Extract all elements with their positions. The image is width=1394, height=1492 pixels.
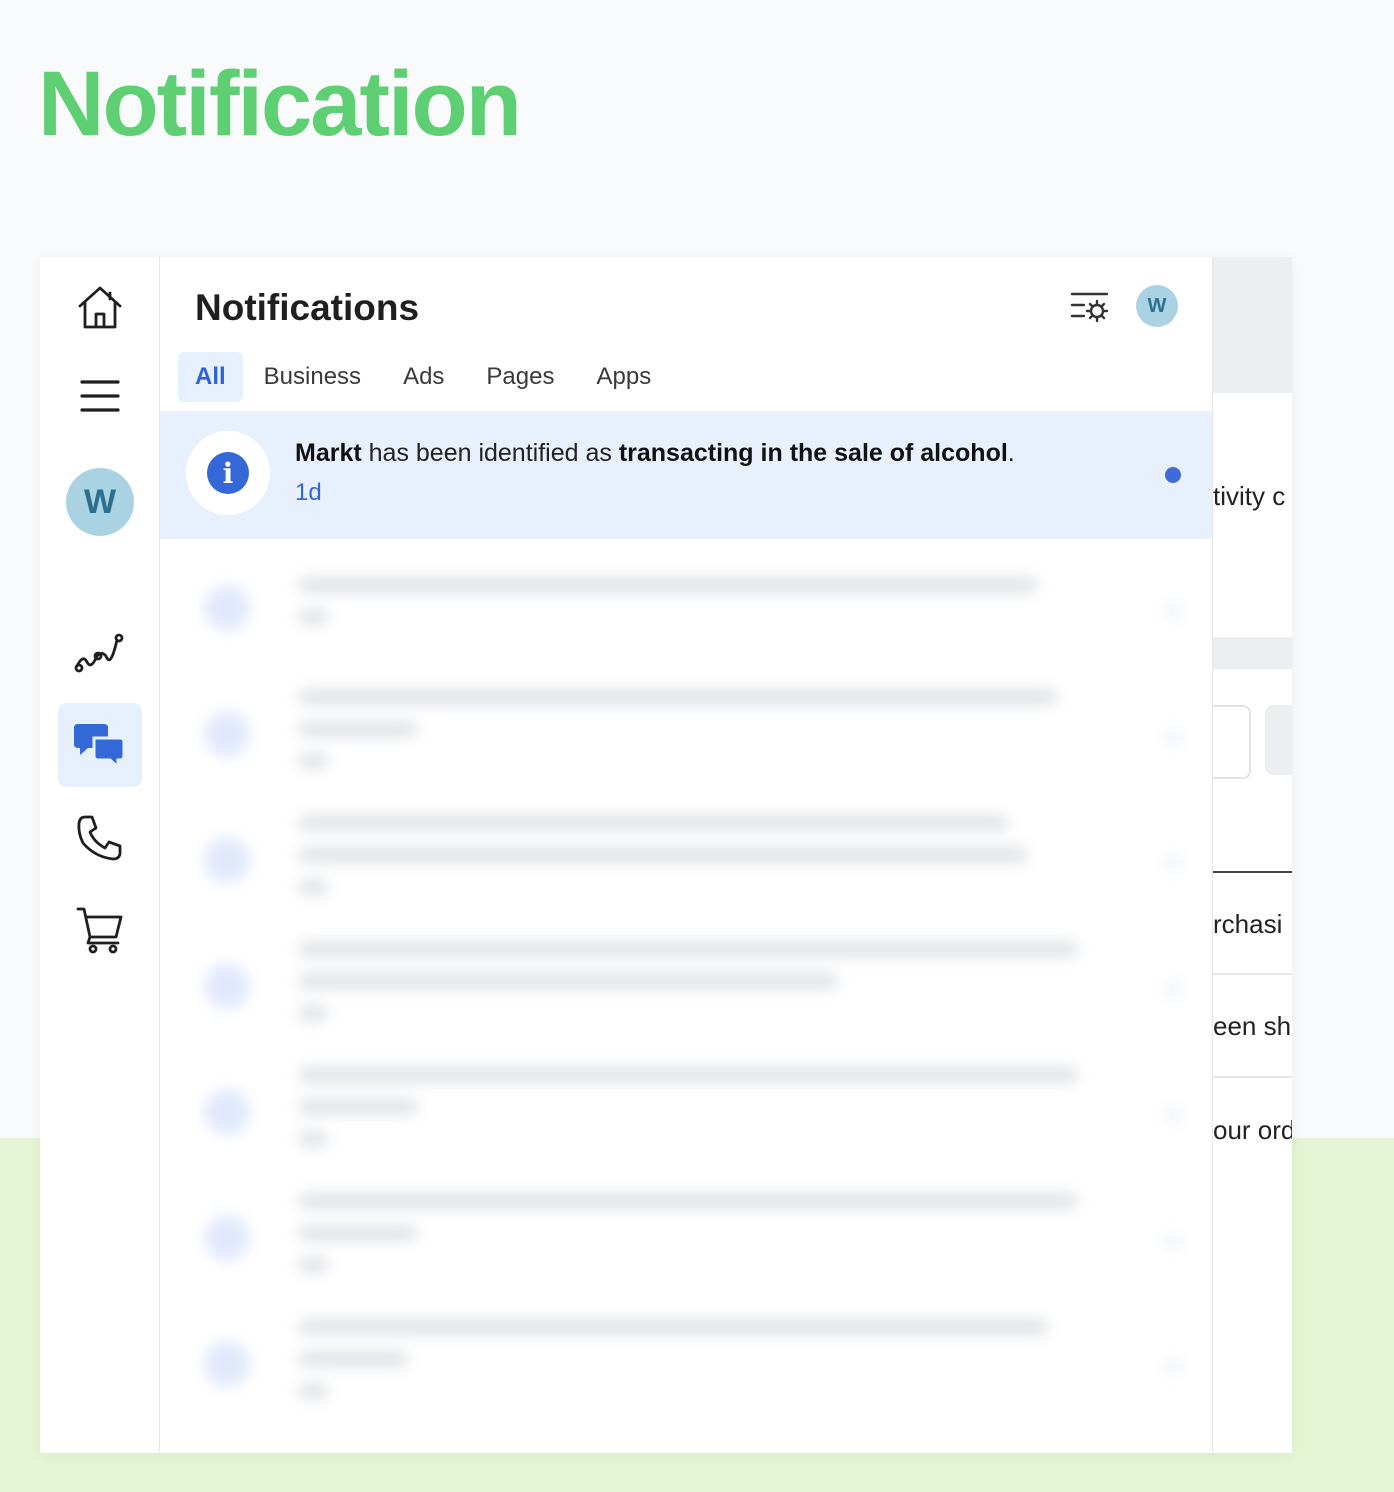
background-card: rchasi een sh our ord: [1213, 669, 1292, 1453]
blurred-dot: [1165, 1107, 1181, 1123]
background-text: our ord: [1213, 1115, 1292, 1145]
blurred-line: [298, 1005, 328, 1021]
blurred-line: [298, 1099, 418, 1115]
blurred-row: [160, 1187, 1212, 1313]
nav-menu[interactable]: [58, 354, 142, 438]
blurred-dot: [1165, 855, 1181, 871]
nav-insights[interactable]: [58, 610, 142, 694]
blurred-line: [298, 1351, 408, 1367]
background-divider: [1213, 973, 1292, 975]
notification-subject: Markt: [295, 439, 362, 467]
blurred-row: [160, 683, 1212, 809]
tab-apps[interactable]: Apps: [575, 352, 672, 402]
home-icon: [78, 286, 122, 329]
blurred-line: [298, 1319, 1048, 1335]
nav-home[interactable]: [58, 265, 142, 349]
info-icon: i: [207, 452, 249, 494]
blurred-line: [298, 973, 838, 989]
nav-commerce[interactable]: [58, 887, 142, 971]
blurred-row: [160, 1313, 1212, 1439]
blurred-line: [298, 941, 1078, 957]
blurred-notification-list: [160, 557, 1212, 1453]
blurred-avatar: [204, 1089, 250, 1135]
background-input: [1213, 705, 1251, 779]
notification-settings-button[interactable]: [1068, 285, 1112, 329]
notification-emphasis: transacting in the sale of alcohol: [618, 439, 1008, 467]
blurred-dot: [1165, 1359, 1181, 1375]
blurred-dot: [1165, 981, 1181, 997]
background-divider: [1213, 1076, 1292, 1078]
blurred-line: [298, 847, 1028, 863]
settings-list-icon: [1070, 292, 1109, 323]
account-avatar[interactable]: W: [66, 468, 134, 536]
app-window: W Notifications W All Business Ads Pages…: [40, 257, 1292, 1453]
background-card: tivity c: [1213, 393, 1292, 637]
header-avatar[interactable]: W: [1136, 285, 1178, 327]
blurred-avatar: [204, 1341, 250, 1387]
nav-calls[interactable]: [58, 796, 142, 880]
background-text: tivity c: [1213, 481, 1286, 511]
background-divider: [1213, 871, 1292, 873]
nav-messages[interactable]: [58, 703, 142, 787]
blurred-row: [160, 935, 1212, 1061]
notification-middle: has been identified as: [361, 439, 619, 467]
background-text: een sh: [1213, 1011, 1292, 1041]
blurred-line: [298, 1193, 1078, 1209]
messages-icon: [74, 724, 126, 770]
hero-title: Notification: [38, 53, 522, 155]
notification-message: Markt has been identified as transacting…: [295, 439, 1015, 468]
background-button: [1265, 705, 1292, 775]
blurred-avatar: [204, 963, 250, 1009]
panel-title: Notifications: [195, 287, 420, 328]
blurred-avatar: [204, 837, 250, 883]
blurred-line: [298, 753, 328, 769]
notifications-panel: Notifications W All Business Ads Pages A…: [160, 257, 1213, 1453]
tab-pages[interactable]: Pages: [465, 352, 575, 402]
phone-icon: [77, 815, 122, 861]
blurred-dot: [1165, 603, 1181, 619]
tab-all[interactable]: All: [178, 352, 243, 402]
sidebar: W: [40, 257, 160, 1453]
notification-tabs: All Business Ads Pages Apps: [178, 352, 672, 402]
blurred-avatar: [204, 585, 250, 631]
blurred-line: [298, 879, 328, 895]
tab-ads[interactable]: Ads: [382, 352, 465, 402]
blurred-dot: [1165, 1233, 1181, 1249]
blurred-line: [298, 1067, 1078, 1083]
notification-time: 1d: [295, 479, 322, 506]
blurred-line: [298, 609, 328, 625]
blurred-row: [160, 1061, 1212, 1187]
cart-icon: [76, 907, 123, 954]
background-text: rchasi: [1213, 909, 1283, 939]
background-window: tivity c rchasi een sh our ord: [1213, 257, 1292, 1453]
unread-indicator: [1165, 467, 1181, 483]
blurred-dot: [1165, 729, 1181, 745]
notification-item[interactable]: i Markt has been identified as transacti…: [160, 411, 1212, 539]
blurred-line: [298, 1131, 328, 1147]
blurred-line: [298, 1225, 418, 1241]
blurred-row: [160, 809, 1212, 935]
blurred-line: [298, 577, 1038, 593]
blurred-line: [298, 1257, 328, 1273]
notification-end: .: [1007, 439, 1015, 467]
blurred-avatar: [204, 711, 250, 757]
insights-icon: [74, 633, 124, 673]
tab-business[interactable]: Business: [243, 352, 382, 402]
blurred-avatar: [204, 1215, 250, 1261]
blurred-line: [298, 689, 1058, 705]
menu-icon: [80, 380, 120, 412]
blurred-line: [298, 1383, 328, 1399]
notification-icon-wrap: i: [186, 431, 270, 515]
blurred-line: [298, 721, 418, 737]
blurred-row: [160, 557, 1212, 683]
blurred-line: [298, 815, 1008, 831]
